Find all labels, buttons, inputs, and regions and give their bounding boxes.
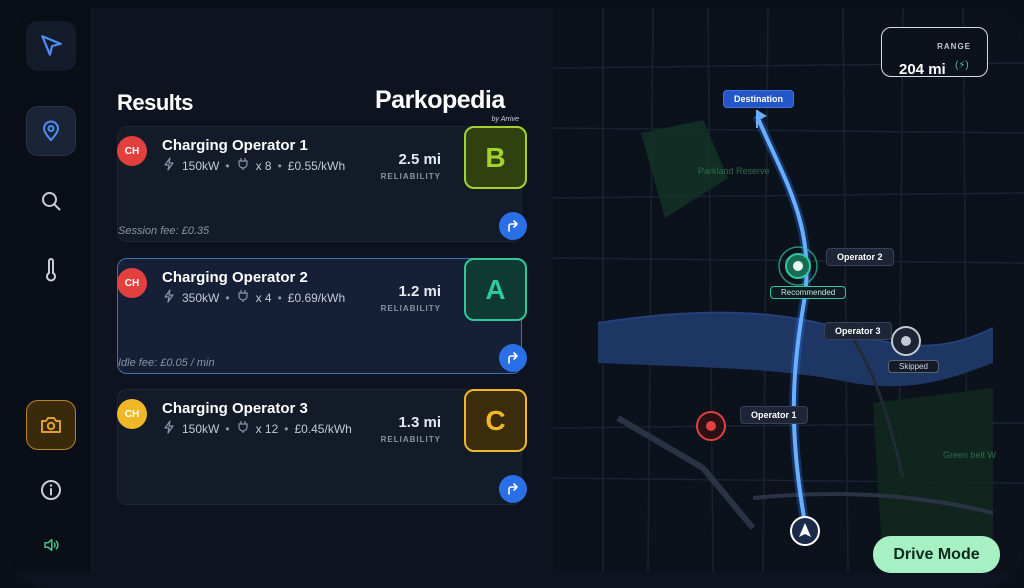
charger-specs: 350kW • x 4 • £0.69/kWh [162, 289, 345, 306]
navigation-logo-button[interactable] [26, 21, 76, 71]
separator: • [225, 290, 230, 305]
sidebar-item-search[interactable] [26, 176, 76, 226]
lightning-icon [162, 289, 176, 306]
turn-right-arrow-icon [508, 220, 518, 232]
plug-icon [236, 289, 250, 306]
plug-count: x 4 [255, 290, 272, 305]
operator-2-map-label[interactable]: Operator 2 [826, 248, 894, 266]
operator-3-map-label[interactable]: Operator 3 [824, 322, 892, 340]
power-value: 150kW [182, 158, 220, 173]
separator: • [277, 290, 282, 305]
result-card-1[interactable]: CH Charging Operator 1 150kW • x 8 • £0.… [117, 126, 527, 242]
turn-right-arrow-icon [508, 483, 518, 495]
park-label-parkland: Parkland Reserve [698, 166, 770, 176]
skipped-tag: Skipped [888, 360, 939, 373]
reliability-grade: C [464, 389, 527, 452]
drive-mode-button[interactable]: Drive Mode [873, 536, 1000, 573]
power-value: 150kW [182, 421, 220, 436]
camera-icon [41, 417, 61, 433]
plug-count: x 8 [255, 158, 272, 173]
sidebar-item-camera[interactable] [26, 400, 76, 450]
thermometer-icon [46, 258, 56, 282]
distance-value: 1.3 mi [398, 414, 441, 431]
separator: • [225, 158, 230, 173]
navigate-button[interactable] [499, 344, 527, 372]
separator: • [284, 421, 289, 436]
location-pin-icon [42, 120, 60, 142]
reliability-label: RELIABILITY [380, 172, 441, 181]
reliability-grade: B [464, 126, 527, 189]
fee-note: Idle fee: £0.05 / min [118, 357, 215, 369]
navigation-arrow-icon [41, 35, 62, 56]
separator: • [277, 158, 282, 173]
separator: • [225, 421, 230, 436]
destination-label[interactable]: Destination [723, 90, 795, 108]
sidebar-item-climate[interactable] [26, 245, 76, 295]
park-label-greenbelt: Green belt W [943, 450, 997, 460]
result-card-2[interactable]: CH Charging Operator 2 350kW • x 4 • £0.… [117, 258, 527, 374]
lightning-icon [162, 420, 176, 437]
navigate-button[interactable] [499, 212, 527, 240]
speaker-icon [44, 539, 59, 551]
battery-charge-icon: (⚡) [955, 60, 969, 71]
map-view[interactable]: Destination Operator 2 Recommended Opera… [553, 8, 1024, 573]
charger-badge: CH [117, 268, 147, 298]
sidebar-item-location[interactable] [26, 106, 76, 156]
price-value: £0.69/kWh [287, 290, 346, 305]
charger-specs: 150kW • x 12 • £0.45/kWh [162, 420, 352, 437]
reliability-label: RELIABILITY [380, 435, 441, 444]
fee-note: Session fee: £0.35 [118, 225, 210, 237]
distance-value: 2.5 mi [398, 151, 441, 168]
info-icon [41, 480, 61, 500]
search-icon [42, 192, 61, 211]
lightning-icon [162, 157, 176, 174]
range-value: 204 mi [899, 61, 946, 78]
operator-name: Charging Operator 3 [162, 400, 308, 417]
app-frame: Results Parkopedia by Arrive CH Charging… [8, 8, 1024, 588]
plug-icon [236, 420, 250, 437]
operator-name: Charging Operator 2 [162, 269, 308, 286]
operator-1-map-label[interactable]: Operator 1 [740, 406, 808, 424]
power-value: 350kW [182, 290, 220, 305]
operator-name: Charging Operator 1 [162, 137, 308, 154]
reliability-grade: A [464, 258, 527, 321]
price-value: £0.45/kWh [294, 421, 352, 436]
results-title: Results [117, 90, 193, 115]
price-value: £0.55/kWh [287, 158, 346, 173]
sidebar [8, 8, 92, 573]
parkopedia-logo: Parkopedia by Arrive [375, 86, 525, 126]
navigate-button[interactable] [499, 475, 527, 503]
sidebar-item-info[interactable] [26, 465, 76, 515]
charger-specs: 150kW • x 8 • £0.55/kWh [162, 157, 345, 174]
result-card-3[interactable]: CH Charging Operator 3 150kW • x 12 • £0… [117, 389, 527, 505]
recommended-tag: Recommended [770, 286, 847, 299]
plug-count: x 12 [255, 421, 279, 436]
sidebar-item-volume[interactable] [26, 520, 76, 570]
plug-icon [236, 157, 250, 174]
range-indicator: RANGE 204 mi (⚡) [881, 27, 988, 78]
turn-right-arrow-icon [508, 352, 518, 364]
distance-value: 1.2 mi [398, 283, 441, 300]
reliability-label: RELIABILITY [380, 304, 441, 313]
charger-badge: CH [117, 399, 147, 429]
brand-subtitle: by Arrive [491, 116, 519, 123]
range-label: RANGE [937, 42, 971, 51]
brand-name: Parkopedia [375, 86, 505, 114]
charger-badge: CH [117, 136, 147, 166]
